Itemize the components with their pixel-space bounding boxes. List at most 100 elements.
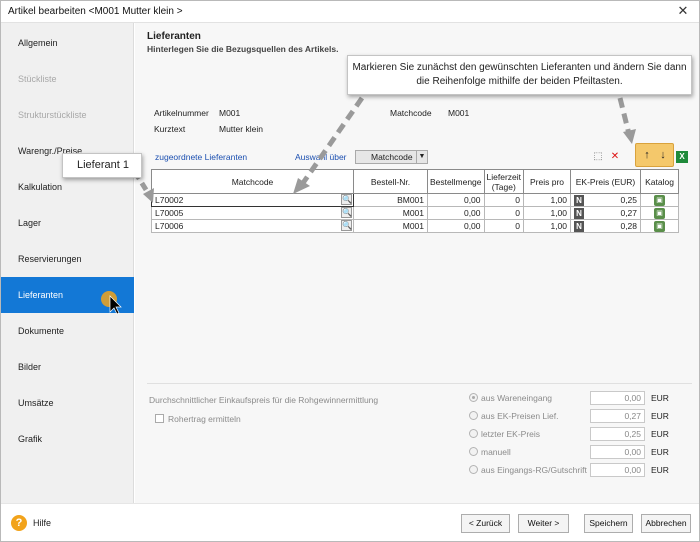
rohertrag-checkbox[interactable] (155, 414, 164, 423)
column-header-matchcode[interactable]: Matchcode (151, 169, 354, 194)
supplier-table: Matchcode Bestell-Nr. Bestellmenge Liefe… (151, 169, 680, 233)
sidebar-item-bilder[interactable]: Bilder (1, 349, 134, 385)
instruction-callout: Markieren Sie zunächst den gewünschten L… (347, 55, 692, 95)
close-icon[interactable]: ✕ (675, 3, 691, 19)
next-button[interactable]: Weiter > (518, 514, 569, 533)
supplier-grid-toolbar: zugeordnete Lieferanten Auswahl über Mat… (151, 143, 688, 167)
radio-label: letzter EK-Preis (481, 429, 541, 439)
column-header-ek-preis[interactable]: EK-Preis (EUR) (570, 169, 642, 194)
bestellmenge-cell[interactable]: 0,00 (427, 193, 485, 207)
column-header-lieferzeit[interactable]: Lieferzeit (Tage) (483, 169, 525, 194)
currency-label: EUR (651, 465, 669, 475)
catalog-icon[interactable]: ▣ (654, 195, 666, 206)
search-icon[interactable]: 🔍 (341, 194, 352, 205)
lieferzeit-cell[interactable]: 0 (483, 206, 525, 220)
currency-label: EUR (651, 447, 669, 457)
katalog-cell[interactable]: ▣ (640, 193, 680, 207)
price-field[interactable]: 0,25 (590, 427, 645, 441)
rohertrag-label: Rohertrag ermitteln (168, 414, 241, 424)
matchcode-cell[interactable]: L70005 🔍 (151, 206, 354, 220)
selection-combo-value: Matchcode (371, 152, 413, 162)
search-icon[interactable]: 🔍 (341, 220, 352, 231)
katalog-cell[interactable]: ▣ (640, 219, 680, 233)
matchcode-cell[interactable]: L70006 🔍 (151, 219, 354, 233)
lieferzeit-cell[interactable]: 0 (483, 193, 525, 207)
bestellmenge-cell[interactable]: 0,00 (427, 206, 485, 220)
sidebar-item-lager[interactable]: Lager (1, 205, 134, 241)
bestellmenge-cell[interactable]: 0,00 (427, 219, 485, 233)
column-header-katalog[interactable]: Katalog (640, 169, 680, 194)
divider (147, 383, 692, 384)
delete-icon[interactable]: ✕ (609, 151, 621, 163)
radio-label: aus Eingangs-RG/Gutschrift (481, 465, 587, 475)
cancel-button[interactable]: Abbrechen (641, 514, 691, 533)
table-row[interactable]: L70005 🔍 M001 0,00 0 1,00 N 0,27 ▣ (151, 206, 680, 220)
catalog-icon[interactable]: ▣ (654, 208, 666, 219)
sidebar-item-stueckliste: Stückliste (18, 74, 57, 84)
move-down-icon[interactable]: ↓ (656, 149, 670, 161)
kurztext-label: Kurztext (154, 124, 186, 134)
selection-combo[interactable]: Matchcode ▼ (355, 150, 428, 164)
sidebar-item-strukturstueckliste: Strukturstückliste (18, 110, 87, 120)
price-field[interactable]: 0,27 (590, 409, 645, 423)
ek-preis-cell[interactable]: N 0,27 (570, 206, 642, 220)
price-field[interactable]: 0,00 (590, 445, 645, 459)
radio-aus-ek-preisen[interactable] (469, 411, 478, 420)
main-content: Lieferanten Hinterlegen Sie die Bezugsqu… (135, 23, 699, 503)
katalog-cell[interactable]: ▣ (640, 206, 680, 220)
sidebar-item-umsaetze[interactable]: Umsätze (1, 385, 134, 421)
net-price-icon: N (574, 194, 585, 206)
radio-label: aus EK-Preisen Lief. (481, 411, 559, 421)
title-bar: Artikel bearbeiten <M001 Mutter klein > … (1, 1, 699, 23)
sidebar-item-dokumente[interactable]: Dokumente (1, 313, 134, 349)
help-label[interactable]: Hilfe (33, 518, 51, 528)
table-header-row: Matchcode Bestell-Nr. Bestellmenge Liefe… (151, 169, 680, 194)
new-row-icon[interactable]: ⬚ (592, 151, 604, 163)
bestellnr-cell[interactable]: M001 (353, 206, 428, 220)
sidebar: Allgemein Stückliste Strukturstückliste … (1, 23, 134, 503)
ek-preis-cell[interactable]: N 0,28 (570, 219, 642, 233)
table-row[interactable]: L70002 🔍 BM001 0,00 0 1,00 N 0,25 ▣ (151, 193, 680, 207)
price-field[interactable]: 0,00 (590, 463, 645, 477)
save-button[interactable]: Speichern (584, 514, 633, 533)
preis-pro-cell[interactable]: 1,00 (523, 193, 572, 207)
radio-label: manuell (481, 447, 511, 457)
help-icon[interactable]: ? (11, 515, 27, 531)
sidebar-item-grafik[interactable]: Grafik (1, 421, 134, 457)
excel-export-icon[interactable]: X (676, 151, 688, 163)
bestellnr-cell[interactable]: M001 (353, 219, 428, 233)
back-button[interactable]: < Zurück (461, 514, 510, 533)
cursor-highlight-icon (101, 291, 117, 307)
column-header-bestellmenge[interactable]: Bestellmenge (427, 169, 485, 194)
radio-label: aus Wareneingang (481, 393, 553, 403)
preis-pro-cell[interactable]: 1,00 (523, 206, 572, 220)
kurztext-value: Mutter klein (219, 124, 263, 134)
matchcode-cell[interactable]: L70002 🔍 (151, 193, 354, 207)
radio-manuell[interactable] (469, 447, 478, 456)
window-title: Artikel bearbeiten <M001 Mutter klein > (8, 6, 183, 17)
page-subtitle: Hinterlegen Sie die Bezugsquellen des Ar… (147, 44, 339, 54)
currency-label: EUR (651, 411, 669, 421)
sidebar-item-reservierungen[interactable]: Reservierungen (1, 241, 134, 277)
avg-price-label: Durchschnittlicher Einkaufspreis für die… (149, 395, 379, 405)
bestellnr-cell[interactable]: BM001 (353, 193, 428, 207)
column-header-preis-pro[interactable]: Preis pro (523, 169, 572, 194)
currency-label: EUR (651, 393, 669, 403)
search-icon[interactable]: 🔍 (341, 207, 352, 218)
ek-preis-cell[interactable]: N 0,25 (570, 193, 642, 207)
price-field[interactable]: 0,00 (590, 391, 645, 405)
radio-eingangs-rg[interactable] (469, 465, 478, 474)
move-up-icon[interactable]: ↑ (640, 149, 654, 161)
radio-aus-wareneingang[interactable] (469, 393, 478, 402)
assigned-suppliers-label: zugeordnete Lieferanten (155, 152, 248, 162)
column-header-bestellnr[interactable]: Bestell-Nr. (353, 169, 428, 194)
preis-pro-cell[interactable]: 1,00 (523, 219, 572, 233)
lieferzeit-cell[interactable]: 0 (483, 219, 525, 233)
table-row[interactable]: L70006 🔍 M001 0,00 0 1,00 N 0,28 ▣ (151, 219, 680, 233)
sidebar-item-allgemein[interactable]: Allgemein (1, 25, 134, 61)
radio-letzter-ek-preis[interactable] (469, 429, 478, 438)
chevron-down-icon[interactable]: ▼ (416, 151, 427, 163)
catalog-icon[interactable]: ▣ (654, 221, 666, 232)
net-price-icon: N (574, 220, 585, 232)
reorder-arrows-highlight: ↑ ↓ (635, 143, 674, 167)
